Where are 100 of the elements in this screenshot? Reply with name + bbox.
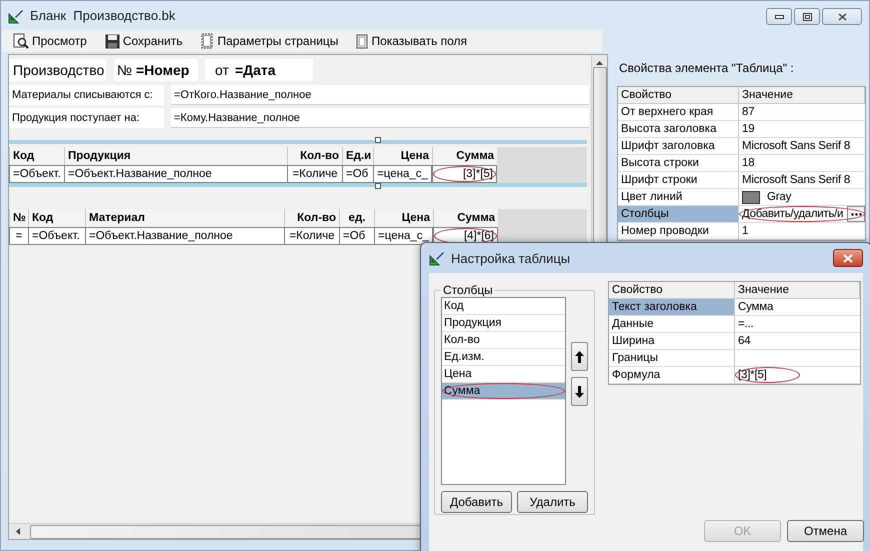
column-header: Значение (735, 282, 860, 299)
header-field: =Номер (134, 59, 198, 81)
resize-handle[interactable] (375, 137, 381, 143)
close-icon (838, 12, 846, 20)
property-value: [3]*[5] (735, 367, 860, 384)
maximize-button[interactable] (794, 8, 820, 25)
column-header: Сумма (432, 147, 497, 165)
binding-label: Материалы списываются с: (9, 85, 164, 105)
property-name[interactable]: Шрифт заголовка (618, 138, 739, 155)
column-header: Материал (85, 209, 284, 227)
property-value: 19 (739, 121, 865, 138)
property-name[interactable]: Номер проводки (618, 223, 739, 240)
ruler-pencil-icon (8, 8, 24, 24)
binding-value: =Кому.Название_полное (171, 108, 589, 128)
table-cell: =Об (342, 165, 373, 183)
table-cell: =цена_с_ (373, 165, 432, 183)
panel-caption: Свойства элемента "Таблица" : (618, 61, 795, 77)
minimize-button[interactable] (766, 8, 792, 25)
property-name[interactable]: От верхнего края (618, 104, 739, 121)
property-name[interactable]: Текст заголовка (609, 299, 735, 316)
toolbar-button[interactable]: Параметры страницы (197, 31, 342, 51)
property-name[interactable]: Столбцы (618, 206, 739, 223)
list-item[interactable]: Код (442, 298, 565, 315)
page-icon (200, 33, 214, 49)
list-item[interactable]: Продукция (442, 315, 565, 332)
table-cell: =Объект.Название_полное (64, 165, 287, 183)
column-header: Цена (373, 147, 432, 165)
list-button[interactable]: Добавить (441, 491, 512, 513)
close-button[interactable] (833, 249, 863, 267)
header-field: от (205, 59, 233, 81)
dialog-button[interactable]: Отмена (787, 520, 864, 542)
property-value: Microsoft Sans Serif 8 (739, 138, 865, 155)
property-value: 64 (735, 333, 860, 350)
property-value: 87 (739, 104, 865, 121)
property-value: Сумма (735, 299, 860, 316)
scroll-left-icon (16, 528, 20, 535)
binding-label: Продукция поступает на: (9, 108, 164, 128)
list-item[interactable]: Ед.изм. (442, 349, 565, 366)
column-header: Кол-во (287, 147, 342, 165)
window-title: Бланк Производство.bk (30, 8, 176, 23)
property-value: 18 (739, 155, 865, 172)
list-item[interactable]: Кол-во (442, 332, 565, 349)
property-name[interactable]: Цвет линий (618, 189, 739, 206)
color-name: Gray (767, 191, 792, 203)
property-value: Microsoft Sans Serif 8 (739, 172, 865, 189)
column-header: Свойство (609, 282, 735, 299)
list-item[interactable]: Цена (442, 366, 565, 383)
column-header: Кол-во (284, 209, 339, 227)
property-name[interactable]: Высота заголовка (618, 121, 739, 138)
property-name[interactable]: Данные (609, 316, 735, 333)
resize-handle[interactable] (375, 183, 381, 189)
property-name[interactable]: Шрифт строки (618, 172, 739, 189)
property-name[interactable]: Высота строки (618, 155, 739, 172)
more-icon (850, 212, 862, 216)
list-item[interactable]: Сумма (442, 383, 565, 400)
move-down-button[interactable] (571, 377, 588, 406)
column-header: Продукция (64, 147, 287, 165)
header-field: № (114, 59, 134, 81)
toolbar-button[interactable]: Просмотр (10, 31, 90, 51)
column-header: Ед.и (342, 147, 373, 165)
property-value: =... (735, 316, 860, 333)
table-cell: =Объект. (9, 165, 64, 183)
property-name[interactable]: Ширина (609, 333, 735, 350)
scroll-up-icon (596, 61, 603, 65)
table-cell: = (9, 227, 28, 245)
toolbar-button[interactable]: Сохранить (102, 31, 186, 51)
binding-value: =ОтКого.Название_полное (171, 85, 589, 105)
table-cell: =Количе (287, 165, 342, 183)
column-header: Свойство (618, 87, 739, 104)
arrow-down-icon (575, 386, 584, 398)
dialog-title: Настройка таблицы (451, 250, 570, 266)
column-header: № (9, 209, 28, 227)
table-cell: [3]*[5] (432, 165, 497, 183)
toolbar-button[interactable]: Показывать поля (353, 31, 470, 51)
table-cell: =Количе (284, 227, 339, 245)
column-header: Код (28, 209, 85, 227)
minimize-icon (774, 14, 784, 18)
column-header: Цена (374, 209, 433, 227)
group-title: Столбцы (442, 283, 494, 297)
page-icon (356, 34, 368, 48)
move-up-button[interactable] (571, 342, 588, 371)
property-name[interactable]: Формула (609, 367, 735, 384)
property-value: 1 (739, 223, 865, 240)
ellipsis-button[interactable] (847, 206, 865, 222)
list-button[interactable]: Удалить (517, 491, 588, 513)
ruler-pencil-icon (429, 250, 445, 266)
header-field: Производство (9, 59, 106, 81)
column-header: Сумма (433, 209, 498, 227)
column-header: Код (9, 147, 64, 165)
table-cell: =цена_с_ (374, 227, 433, 245)
table-cell: =Об (339, 227, 374, 245)
table-cell: =Объект.Название_полное (85, 227, 284, 245)
header-field: =Дата (233, 59, 313, 81)
property-value-field[interactable]: Добавить/удалить/и (739, 208, 847, 220)
magnifier-icon (13, 33, 29, 49)
close-icon (843, 254, 853, 262)
close-button[interactable] (822, 8, 862, 25)
property-name[interactable]: Границы (609, 350, 735, 367)
arrow-up-icon (575, 350, 584, 362)
maximize-icon (802, 12, 812, 20)
